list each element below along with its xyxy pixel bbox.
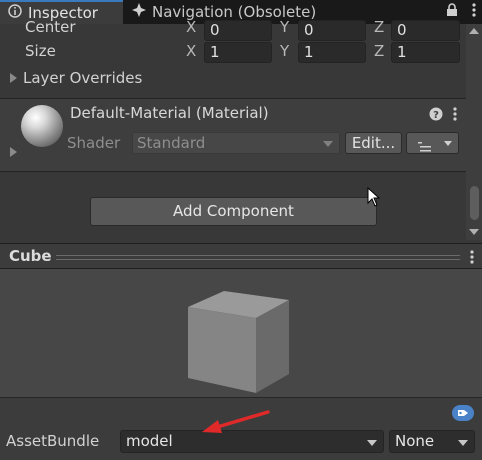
material-menu-icon[interactable]: [453, 107, 457, 125]
asset-bundle-variant-dropdown[interactable]: None: [389, 430, 475, 453]
chevron-down-icon: [458, 440, 468, 446]
size-x-field[interactable]: 1: [204, 42, 272, 63]
layer-overrides-label: Layer Overrides: [23, 69, 143, 87]
inspector-scrollbar[interactable]: [466, 24, 482, 240]
annotation-arrow-icon: [200, 408, 272, 438]
chevron-down-icon: [323, 141, 333, 147]
shader-options-button[interactable]: [406, 132, 459, 154]
tab-navigation-label: Navigation (Obsolete): [152, 3, 317, 21]
center-z-field[interactable]: 0: [391, 20, 460, 41]
shader-dropdown[interactable]: Standard: [132, 132, 340, 154]
scroll-down-icon[interactable]: [469, 229, 479, 235]
asset-bundle-label: AssetBundle: [6, 432, 100, 450]
chevron-down-icon: [367, 440, 377, 446]
svg-text:?: ?: [433, 110, 439, 121]
navigation-icon: [132, 3, 146, 21]
drag-handle[interactable]: [56, 255, 460, 260]
edit-shader-button[interactable]: Edit...: [345, 132, 402, 154]
shader-value: Standard: [137, 134, 206, 152]
list-icon: [418, 138, 434, 156]
material-preview-sphere: [21, 105, 63, 147]
lock-icon[interactable]: [446, 3, 458, 21]
center-z-axis-label: Z: [374, 18, 385, 36]
center-y-field[interactable]: 0: [298, 20, 366, 41]
asset-bundle-value: model: [126, 432, 173, 450]
size-y-axis-label: Y: [280, 42, 290, 60]
size-x-axis-label: X: [186, 42, 197, 60]
material-title: Default-Material (Material): [70, 104, 269, 122]
preview-title: Cube: [9, 247, 52, 265]
cube-preview-icon: [184, 290, 292, 400]
material-foldout-arrow-icon[interactable]: [10, 147, 17, 157]
shader-label: Shader: [67, 134, 121, 152]
mouse-cursor-icon: [367, 186, 381, 211]
preview-header[interactable]: Cube: [0, 243, 482, 269]
kebab-menu-icon[interactable]: [472, 3, 476, 21]
size-label: Size: [25, 42, 56, 60]
info-icon: [8, 4, 22, 22]
asset-bundle-variant-value: None: [395, 432, 435, 450]
center-y-axis-label: Y: [280, 18, 290, 36]
center-x-field[interactable]: 0: [204, 20, 272, 41]
scroll-up-icon[interactable]: [469, 28, 479, 34]
add-component-button[interactable]: Add Component: [90, 197, 377, 226]
foldout-arrow-icon: [10, 73, 17, 83]
divider: [0, 171, 466, 172]
center-x-axis-label: X: [186, 18, 197, 36]
scroll-thumb[interactable]: [470, 186, 479, 220]
material-section: Default-Material (Material) ? Shader Sta…: [0, 99, 466, 171]
tabbar-controls: [446, 2, 476, 22]
size-y-field[interactable]: 1: [298, 42, 366, 63]
size-z-field[interactable]: 1: [391, 42, 460, 63]
chevron-down-icon: [444, 141, 452, 146]
center-label: Center: [25, 18, 76, 36]
preview-menu-icon[interactable]: [470, 250, 474, 268]
layer-overrides-foldout[interactable]: Layer Overrides: [0, 66, 142, 90]
help-icon[interactable]: ?: [429, 107, 443, 125]
tag-icon[interactable]: [452, 405, 474, 425]
size-z-axis-label: Z: [374, 42, 385, 60]
